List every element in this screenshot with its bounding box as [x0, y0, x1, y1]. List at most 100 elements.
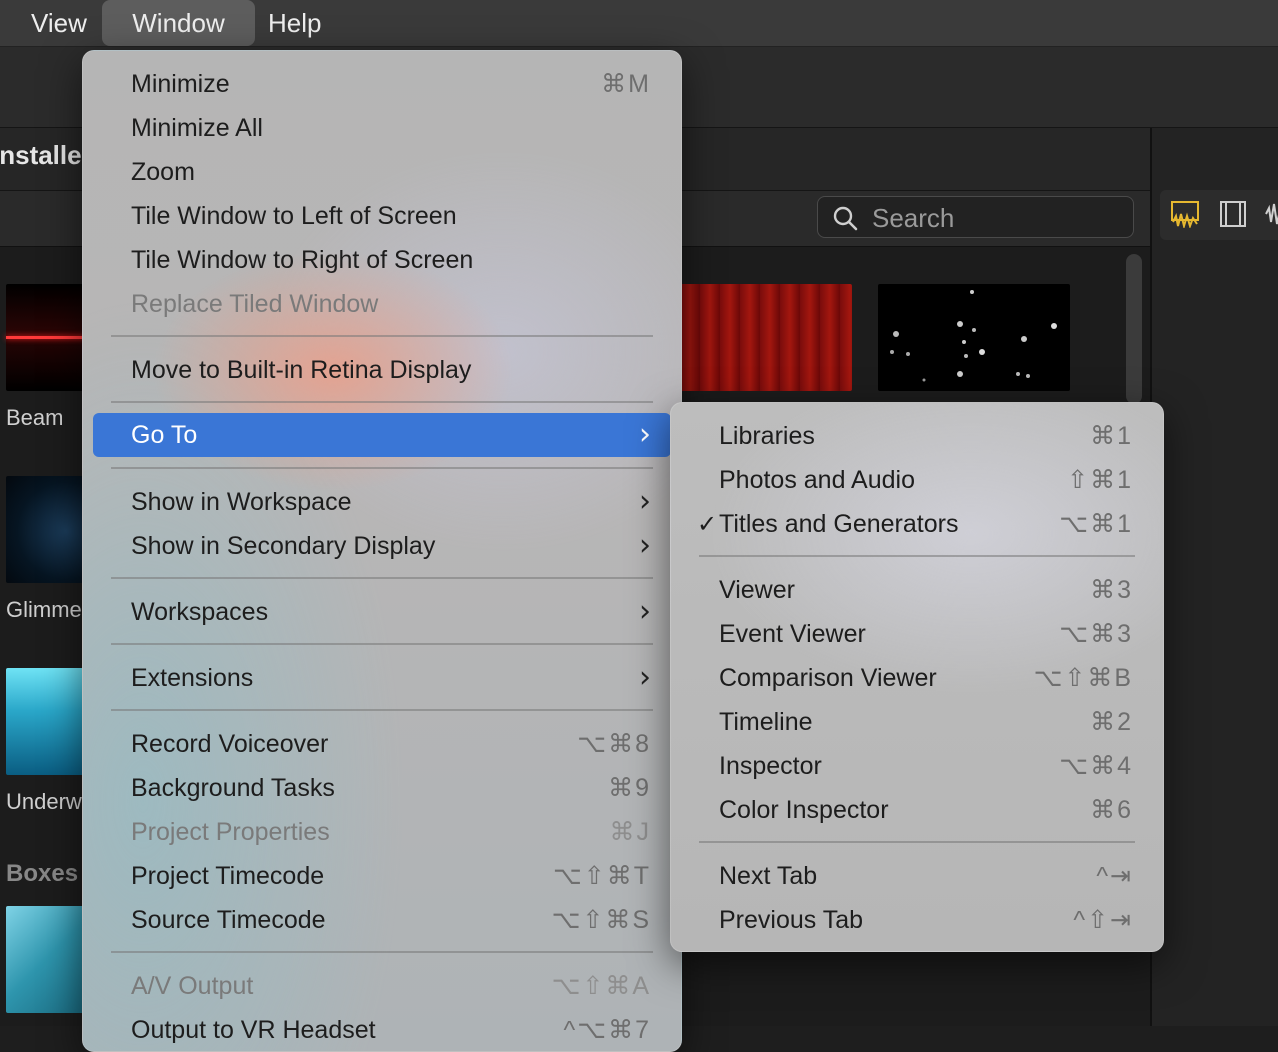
menu-item-label: Timeline: [719, 708, 813, 736]
shortcut-previous-tab: ^⇧⇥: [1073, 906, 1133, 934]
filmstrip-icon[interactable]: [1218, 200, 1248, 228]
menu-separator: [111, 467, 653, 469]
menu-separator: [699, 841, 1135, 843]
menu-item-label: Project Properties: [131, 818, 330, 846]
shortcut-record-voiceover: ⌥⌘8: [577, 730, 651, 758]
waveform-icon[interactable]: [1264, 200, 1278, 228]
chevron-right-icon: ›: [639, 660, 651, 695]
menu-item-zoom[interactable]: Zoom: [93, 150, 671, 194]
menu-item-label: Record Voiceover: [131, 730, 329, 758]
thumbnail-beam[interactable]: [6, 284, 86, 391]
menu-separator: [699, 555, 1135, 557]
submenu-item-event-viewer[interactable]: Event Viewer ⌥⌘3: [681, 612, 1153, 656]
browser-scrollbar[interactable]: [1126, 254, 1142, 404]
shortcut-inspector: ⌥⌘4: [1059, 752, 1133, 780]
menu-item-minimize[interactable]: Minimize ⌘M: [93, 62, 671, 106]
menu-item-label: Replace Tiled Window: [131, 290, 379, 318]
menu-item-label: Go To: [131, 421, 198, 449]
menu-item-project-timecode[interactable]: Project Timecode ⌥⇧⌘T: [93, 854, 671, 898]
menu-item-label: Titles and Generators: [719, 510, 959, 538]
submenu-item-viewer[interactable]: Viewer ⌘3: [681, 568, 1153, 612]
search-icon: [833, 206, 858, 231]
menu-item-label: Photos and Audio: [719, 466, 915, 494]
menu-item-label: Project Timecode: [131, 862, 325, 890]
submenu-item-photos-audio[interactable]: Photos and Audio ⇧⌘1: [681, 458, 1153, 502]
menu-item-label: Zoom: [131, 158, 195, 186]
menu-window[interactable]: Window: [102, 0, 255, 46]
thumbnail-bubbles[interactable]: [878, 284, 1070, 391]
menu-item-workspaces[interactable]: Workspaces ›: [93, 590, 671, 634]
menu-item-label: Show in Workspace: [131, 488, 352, 516]
menu-item-label: Tile Window to Left of Screen: [131, 202, 457, 230]
shortcut-event-viewer: ⌥⌘3: [1059, 620, 1133, 648]
thumbnail-curtain[interactable]: [680, 284, 852, 391]
window-menu: Minimize ⌘M Minimize All Zoom Tile Windo…: [82, 50, 682, 1052]
menu-view[interactable]: View: [5, 0, 113, 46]
menu-item-label: Comparison Viewer: [719, 664, 937, 692]
menu-item-label: Event Viewer: [719, 620, 866, 648]
submenu-item-color-inspector[interactable]: Color Inspector ⌘6: [681, 788, 1153, 832]
shortcut-color-inspector: ⌘6: [1090, 796, 1133, 824]
shortcut-libraries: ⌘1: [1090, 422, 1133, 450]
shortcut-photos-audio: ⇧⌘1: [1067, 466, 1133, 494]
menu-separator: [111, 577, 653, 579]
bubbles-graphic: [890, 290, 1057, 382]
menu-item-record-voiceover[interactable]: Record Voiceover ⌥⌘8: [93, 722, 671, 766]
menu-item-tile-right[interactable]: Tile Window to Right of Screen: [93, 238, 671, 282]
chevron-right-icon: ›: [639, 594, 651, 629]
menu-item-output-vr[interactable]: Output to VR Headset ^⌥⌘7: [93, 1008, 671, 1052]
menu-item-label: Workspaces: [131, 598, 269, 626]
chevron-right-icon: ›: [639, 528, 651, 563]
filmstrip-waveform-icon[interactable]: [1170, 200, 1200, 228]
submenu-item-comparison-viewer[interactable]: Comparison Viewer ⌥⇧⌘B: [681, 656, 1153, 700]
shortcut-next-tab: ^⇥: [1096, 862, 1133, 890]
shortcut-output-vr: ^⌥⌘7: [563, 1016, 651, 1044]
checkmark-icon: ✓: [697, 510, 718, 538]
menu-item-label: Background Tasks: [131, 774, 335, 802]
submenu-item-libraries[interactable]: Libraries ⌘1: [681, 414, 1153, 458]
menu-item-go-to[interactable]: Go To ›: [93, 413, 671, 457]
submenu-item-previous-tab[interactable]: Previous Tab ^⇧⇥: [681, 898, 1153, 942]
shortcut-background-tasks: ⌘9: [608, 774, 651, 802]
menu-help[interactable]: Help: [242, 0, 347, 46]
search-field[interactable]: Search: [817, 196, 1134, 238]
submenu-item-timeline[interactable]: Timeline ⌘2: [681, 700, 1153, 744]
menu-item-minimize-all[interactable]: Minimize All: [93, 106, 671, 150]
menu-item-tile-left[interactable]: Tile Window to Left of Screen: [93, 194, 671, 238]
submenu-item-titles-generators[interactable]: ✓ Titles and Generators ⌥⌘1: [681, 502, 1153, 546]
menu-item-label: Libraries: [719, 422, 815, 450]
shortcut-minimize: ⌘M: [601, 70, 651, 98]
menu-item-label: Extensions: [131, 664, 254, 692]
menu-item-label: Move to Built-in Retina Display: [131, 356, 472, 384]
menu-item-source-timecode[interactable]: Source Timecode ⌥⇧⌘S: [93, 898, 671, 942]
menu-item-label: Tile Window to Right of Screen: [131, 246, 474, 274]
thumbnail-boxes[interactable]: [6, 906, 86, 1013]
shortcut-timeline: ⌘2: [1090, 708, 1133, 736]
submenu-item-inspector[interactable]: Inspector ⌥⌘4: [681, 744, 1153, 788]
menu-item-show-in-secondary[interactable]: Show in Secondary Display ›: [93, 524, 671, 568]
chevron-right-icon: ›: [639, 484, 651, 519]
menu-item-replace-tiled: Replace Tiled Window: [93, 282, 671, 326]
menu-item-av-output: A/V Output ⌥⇧⌘A: [93, 964, 671, 1008]
shortcut-project-properties: ⌘J: [609, 818, 651, 846]
menu-item-project-properties: Project Properties ⌘J: [93, 810, 671, 854]
shortcut-project-timecode: ⌥⇧⌘T: [552, 862, 651, 890]
menu-item-extensions[interactable]: Extensions ›: [93, 656, 671, 700]
shortcut-viewer: ⌘3: [1090, 576, 1133, 604]
thumbnail-underwater[interactable]: [6, 668, 86, 775]
menu-item-move-to-display[interactable]: Move to Built-in Retina Display: [93, 348, 671, 392]
menu-item-label: Next Tab: [719, 862, 818, 890]
thumbnail-glimmer[interactable]: [6, 476, 86, 583]
label-glimmer: Glimmer: [6, 597, 90, 622]
menu-item-label: Previous Tab: [719, 906, 864, 934]
chevron-right-icon: ›: [639, 417, 651, 452]
section-heading-boxes: Boxes: [6, 860, 79, 887]
menu-item-show-in-workspace[interactable]: Show in Workspace ›: [93, 480, 671, 524]
menu-item-label: A/V Output: [131, 972, 254, 1000]
menu-item-background-tasks[interactable]: Background Tasks ⌘9: [93, 766, 671, 810]
menu-item-label: Minimize All: [131, 114, 263, 142]
menu-bar: View Window Help: [0, 0, 1278, 47]
menu-item-label: Source Timecode: [131, 906, 326, 934]
submenu-item-next-tab[interactable]: Next Tab ^⇥: [681, 854, 1153, 898]
menu-separator: [111, 709, 653, 711]
